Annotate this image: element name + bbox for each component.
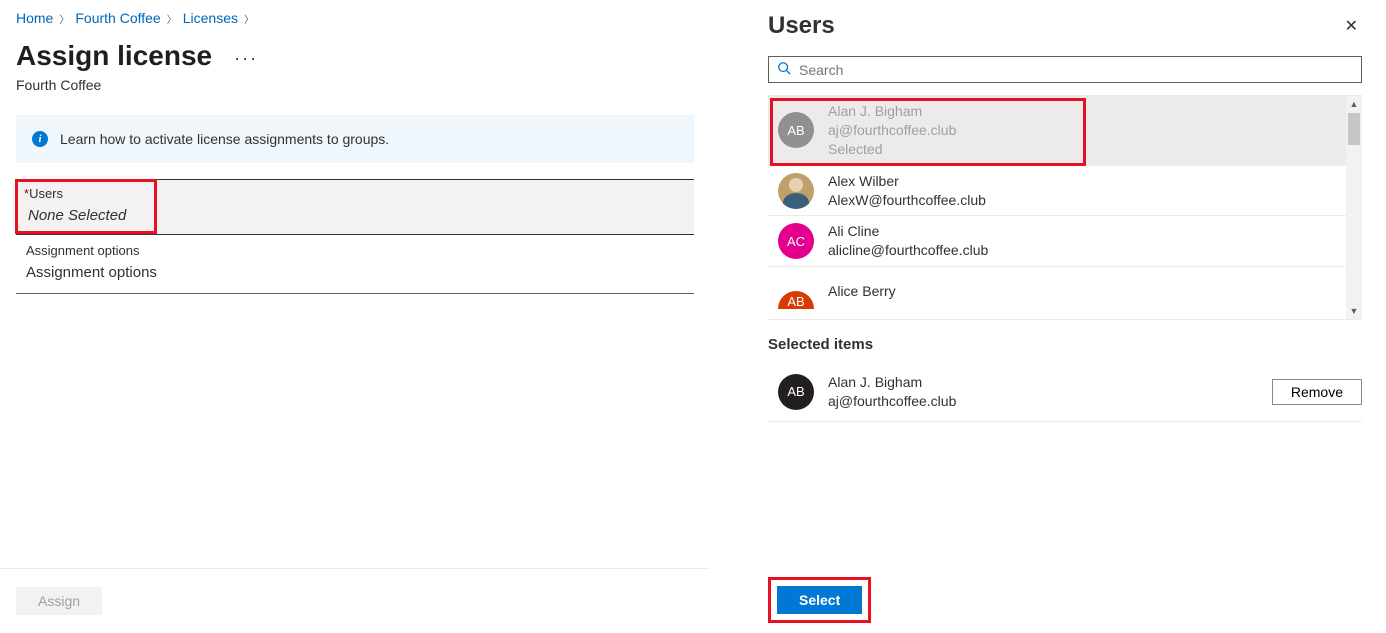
more-button[interactable]: ··· [230, 44, 262, 73]
user-name: Alan J. Bigham [828, 373, 956, 392]
search-input[interactable] [799, 62, 1353, 78]
info-bar-text: Learn how to activate license assignment… [60, 131, 389, 147]
avatar: AB [778, 374, 814, 410]
user-row-highlight [770, 98, 1086, 166]
avatar: AB [778, 291, 814, 309]
assignment-label: Assignment options [26, 243, 686, 258]
avatar: AC [778, 223, 814, 259]
scroll-thumb[interactable] [1348, 113, 1360, 145]
assign-button[interactable]: Assign [16, 587, 102, 615]
info-bar: i Learn how to activate license assignme… [16, 115, 694, 163]
breadcrumb-home[interactable]: Home [16, 10, 53, 26]
panel-title: Users [768, 12, 835, 40]
avatar [778, 173, 814, 209]
breadcrumb-fourth-coffee[interactable]: Fourth Coffee [75, 10, 160, 26]
chevron-icon: 〉 [59, 11, 69, 26]
info-icon: i [32, 131, 48, 147]
user-email: aj@fourthcoffee.club [828, 392, 956, 411]
scroll-up-icon[interactable]: ▲ [1346, 96, 1362, 112]
selected-items-section: Selected items AB Alan J. Bigham aj@four… [744, 320, 1386, 422]
user-email: AlexW@fourthcoffee.club [828, 191, 986, 210]
scroll-down-icon[interactable]: ▼ [1346, 303, 1362, 319]
user-name: Alice Berry [828, 282, 896, 301]
remove-button[interactable]: Remove [1272, 379, 1362, 405]
user-name: Ali Cline [828, 222, 988, 241]
search-box[interactable] [768, 56, 1362, 83]
user-row-alex-wilber[interactable]: Alex Wilber AlexW@fourthcoffee.club [768, 166, 1346, 217]
search-icon [777, 61, 791, 78]
user-list: AB Alan J. Bigham aj@fourthcoffee.club S… [768, 95, 1362, 320]
user-row-ali-cline[interactable]: AC Ali Cline alicline@fourthcoffee.club [768, 216, 1346, 267]
assignment-value: Assignment options [26, 264, 686, 281]
selected-items-title: Selected items [768, 336, 1362, 353]
users-field-highlight [15, 179, 157, 234]
chevron-icon: 〉 [167, 11, 177, 26]
user-row-alice-berry[interactable]: AB Alice Berry [768, 267, 1346, 315]
users-panel: Users ✕ AB Alan J. Bigham aj@fourthcoffe… [744, 0, 1386, 633]
assignment-field[interactable]: Assignment options Assignment options [16, 235, 694, 294]
chevron-icon: 〉 [244, 11, 254, 26]
page-footer: Assign [0, 568, 710, 633]
user-name: Alex Wilber [828, 172, 986, 191]
select-button[interactable]: Select [777, 586, 862, 614]
scrollbar[interactable]: ▲ ▼ [1346, 96, 1362, 319]
breadcrumb-licenses[interactable]: Licenses [183, 10, 238, 26]
page-title: Assign license [16, 40, 212, 72]
select-button-highlight: Select [768, 577, 871, 623]
user-email: alicline@fourthcoffee.club [828, 241, 988, 260]
user-row-alan-bigham[interactable]: AB Alan J. Bigham aj@fourthcoffee.club S… [768, 96, 1346, 166]
panel-footer: Select [744, 563, 1386, 633]
selected-item-row: AB Alan J. Bigham aj@fourthcoffee.club R… [768, 367, 1362, 422]
close-icon[interactable]: ✕ [1341, 12, 1362, 40]
users-field[interactable]: *Users None Selected [16, 180, 694, 234]
